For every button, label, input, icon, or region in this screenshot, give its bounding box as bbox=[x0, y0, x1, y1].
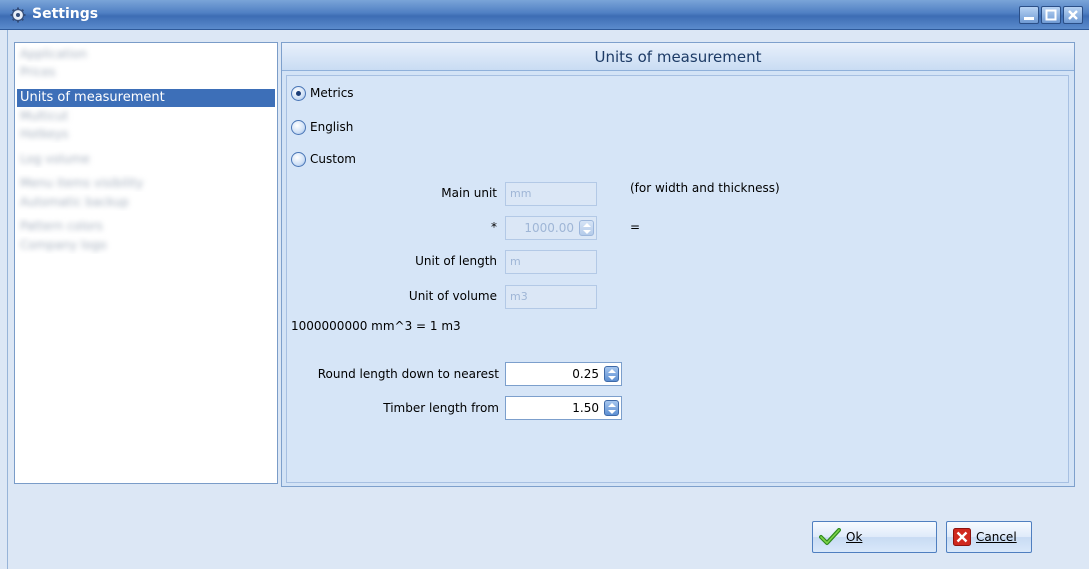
nav-item-multicut[interactable]: Multicut bbox=[17, 107, 275, 125]
nav-item-company-logo[interactable]: Company logo bbox=[17, 236, 275, 254]
nav-item-units-of-measurement[interactable]: Units of measurement bbox=[17, 89, 275, 107]
conversion-text: 1000000000 mm^3 = 1 m3 bbox=[291, 319, 461, 333]
volume-unit-label: Unit of volume bbox=[408, 289, 497, 303]
spin-arrows-icon[interactable] bbox=[579, 220, 594, 236]
main-unit-label: Main unit bbox=[441, 186, 497, 200]
round-length-stepper[interactable]: 0.25 bbox=[505, 362, 622, 386]
spin-arrows-icon[interactable] bbox=[604, 400, 619, 416]
minimize-button[interactable] bbox=[1019, 6, 1039, 24]
window-frame bbox=[0, 30, 8, 569]
main-unit-note: (for width and thickness) bbox=[630, 181, 780, 195]
window-title: Settings bbox=[32, 6, 99, 22]
main-unit-field[interactable]: mm bbox=[505, 182, 597, 206]
radio-label: English bbox=[310, 120, 354, 134]
radio-button-icon[interactable] bbox=[291, 85, 306, 101]
checkmark-icon bbox=[819, 528, 841, 545]
settings-nav-list[interactable]: Application Prices Units of measurement … bbox=[14, 42, 278, 484]
gear-icon bbox=[10, 7, 26, 23]
volume-unit-field[interactable]: m3 bbox=[505, 285, 597, 309]
timber-length-label: Timber length from bbox=[383, 401, 499, 415]
multiplier-stepper[interactable]: 1000.00 bbox=[505, 216, 597, 240]
nav-item-label: Company logo bbox=[20, 238, 107, 252]
nav-item-label: Multicut bbox=[20, 109, 69, 123]
nav-item-prices[interactable]: Prices bbox=[17, 63, 275, 81]
nav-item-pattern-colors[interactable]: Pattern colors bbox=[17, 217, 275, 235]
nav-item-hotkeys[interactable]: Hotkeys bbox=[17, 125, 275, 143]
units-form: Metrics English Custom Main unit mm (for… bbox=[286, 75, 1069, 483]
nav-item-menu-items-visibility[interactable]: Menu items visibility bbox=[17, 174, 275, 192]
nav-item-application[interactable]: Application bbox=[17, 45, 275, 63]
radio-label: Metrics bbox=[310, 86, 354, 100]
round-length-label: Round length down to nearest bbox=[317, 367, 499, 381]
round-length-value: 0.25 bbox=[572, 367, 599, 381]
panel-header: Units of measurement bbox=[282, 43, 1074, 71]
spin-arrows-icon[interactable] bbox=[604, 366, 619, 382]
multiplier-label: * bbox=[491, 220, 497, 234]
equals-label: = bbox=[630, 220, 641, 234]
close-icon bbox=[1068, 10, 1078, 20]
cancel-label: Cancel bbox=[976, 530, 1017, 544]
maximize-icon bbox=[1045, 9, 1057, 21]
multiplier-value: 1000.00 bbox=[524, 221, 574, 235]
cancel-button[interactable]: Cancel bbox=[946, 521, 1032, 553]
cross-icon bbox=[953, 528, 971, 546]
nav-item-label: Units of measurement bbox=[20, 90, 165, 105]
length-unit-field[interactable]: m bbox=[505, 250, 597, 274]
ok-button[interactable]: Ok bbox=[812, 521, 937, 553]
nav-item-label: Application bbox=[20, 47, 88, 61]
nav-item-label: Log volume bbox=[20, 152, 90, 166]
timber-length-value: 1.50 bbox=[572, 401, 599, 415]
minimize-icon bbox=[1024, 17, 1034, 20]
radio-label: Custom bbox=[310, 152, 356, 166]
nav-item-label: Menu items visibility bbox=[20, 176, 144, 190]
ok-label: Ok bbox=[846, 530, 863, 544]
timber-length-stepper[interactable]: 1.50 bbox=[505, 396, 622, 420]
nav-item-automatic-backup[interactable]: Automatic backup bbox=[17, 193, 275, 211]
radio-custom[interactable]: Custom bbox=[291, 150, 356, 168]
close-button[interactable] bbox=[1063, 6, 1083, 24]
settings-content-panel: Units of measurement Metrics English Cus… bbox=[281, 42, 1075, 487]
radio-metrics[interactable]: Metrics bbox=[291, 84, 354, 102]
radio-button-icon[interactable] bbox=[291, 151, 306, 167]
maximize-button[interactable] bbox=[1041, 6, 1061, 24]
nav-item-label: Automatic backup bbox=[20, 195, 129, 209]
nav-item-log-volume[interactable]: Log volume bbox=[17, 150, 275, 168]
title-bar: Settings bbox=[0, 0, 1089, 30]
radio-english[interactable]: English bbox=[291, 118, 353, 136]
nav-item-label: Hotkeys bbox=[20, 127, 69, 141]
nav-item-label: Prices bbox=[20, 65, 56, 79]
length-unit-label: Unit of length bbox=[415, 254, 497, 268]
radio-button-icon[interactable] bbox=[291, 119, 306, 135]
nav-item-label: Pattern colors bbox=[20, 219, 103, 233]
